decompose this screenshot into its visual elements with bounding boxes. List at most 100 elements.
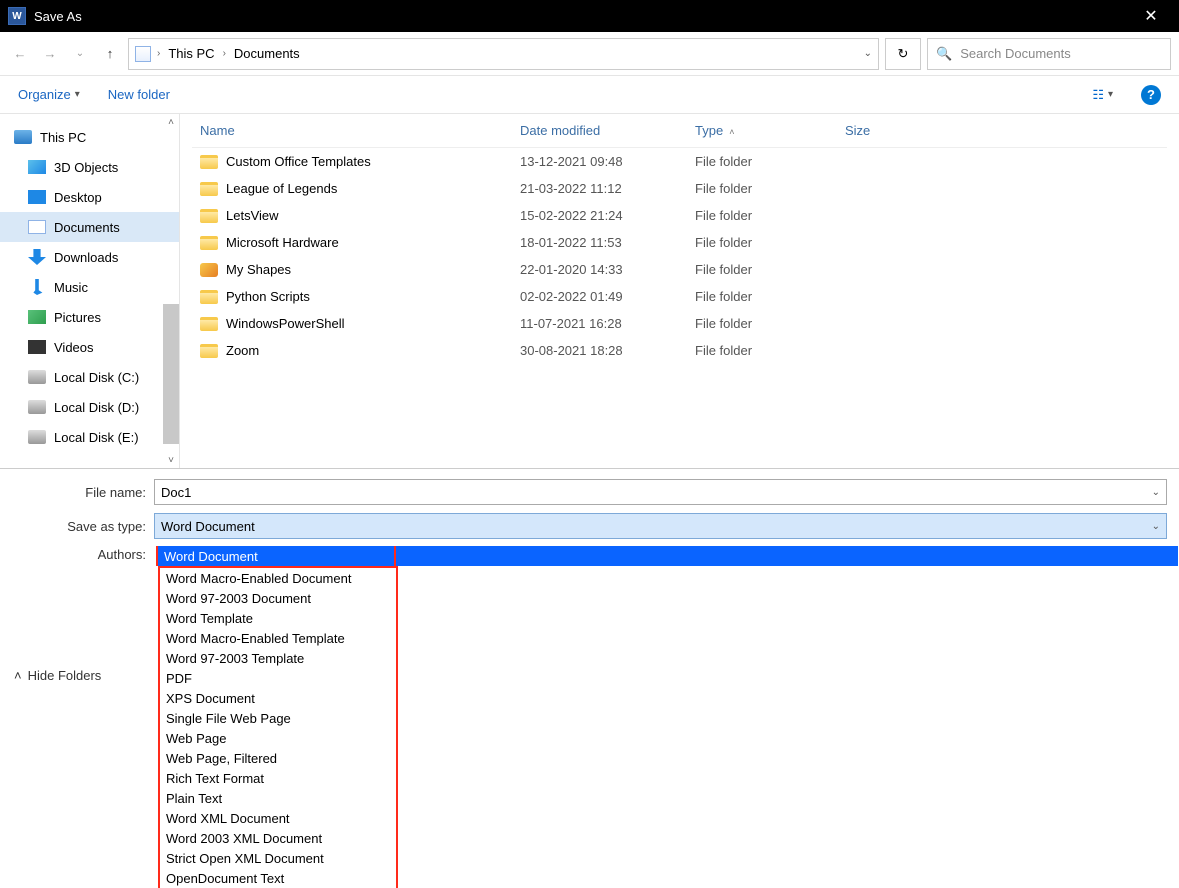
file-date: 18-01-2022 11:53: [512, 235, 687, 250]
file-type: File folder: [687, 316, 837, 331]
close-button[interactable]: ✕: [1131, 6, 1171, 26]
chevron-down-icon: ▾: [1108, 89, 1113, 100]
tree-item[interactable]: Music: [0, 272, 179, 302]
chevron-down-icon[interactable]: ⌄: [1152, 521, 1160, 532]
tree-item-label: Local Disk (D:): [54, 400, 139, 415]
docs-icon: [28, 220, 46, 234]
col-date[interactable]: Date modified: [512, 123, 687, 138]
scroll-up-icon[interactable]: ˄: [163, 114, 179, 130]
save-type-dropdown[interactable]: Word DocumentWord Macro-Enabled Document…: [158, 546, 1178, 888]
forward-button[interactable]: →: [38, 42, 62, 66]
tree-item-label: This PC: [40, 130, 86, 145]
folder-icon: [200, 155, 218, 169]
address-bar[interactable]: › This PC › Documents ⌄: [128, 38, 879, 70]
scroll-thumb[interactable]: [163, 304, 179, 444]
refresh-button[interactable]: ↻: [885, 38, 921, 70]
back-button[interactable]: ←: [8, 42, 32, 66]
toolbar: Organize ▾ New folder ☷ ▾ ?: [0, 76, 1179, 114]
file-date: 30-08-2021 18:28: [512, 343, 687, 358]
type-option[interactable]: Word 2003 XML Document: [160, 828, 396, 848]
col-name[interactable]: Name: [192, 123, 512, 138]
view-button[interactable]: ☷ ▾: [1092, 87, 1113, 103]
folder-icon: [200, 236, 218, 250]
tree-item-label: Videos: [54, 340, 94, 355]
tree-item[interactable]: Downloads: [0, 242, 179, 272]
authors-label: Authors:: [12, 547, 154, 562]
tree-item[interactable]: Pictures: [0, 302, 179, 332]
type-option[interactable]: Word 97-2003 Template: [160, 648, 396, 668]
tree-item[interactable]: 3D Objects: [0, 152, 179, 182]
pics-icon: [28, 310, 46, 324]
new-folder-button[interactable]: New folder: [108, 87, 170, 102]
chevron-right-icon: ›: [223, 48, 226, 59]
type-option[interactable]: PDF: [160, 668, 396, 688]
type-option[interactable]: OpenDocument Text: [160, 868, 396, 888]
tree-item[interactable]: Local Disk (D:): [0, 392, 179, 422]
cube-icon: [28, 160, 46, 174]
file-row[interactable]: Python Scripts02-02-2022 01:49File folde…: [192, 283, 1167, 310]
file-name: Custom Office Templates: [226, 154, 371, 169]
file-name: Python Scripts: [226, 289, 310, 304]
type-option[interactable]: Word Macro-Enabled Template: [160, 628, 396, 648]
file-row[interactable]: WindowsPowerShell11-07-2021 16:28File fo…: [192, 310, 1167, 337]
type-option[interactable]: Rich Text Format: [160, 768, 396, 788]
disk-icon: [28, 400, 46, 414]
save-type-select[interactable]: Word Document ⌄: [154, 513, 1167, 539]
type-option[interactable]: XPS Document: [160, 688, 396, 708]
file-name: My Shapes: [226, 262, 291, 277]
tree-item[interactable]: Desktop: [0, 182, 179, 212]
type-option[interactable]: Single File Web Page: [160, 708, 396, 728]
tree-item[interactable]: Local Disk (C:): [0, 362, 179, 392]
tree-item-label: Local Disk (E:): [54, 430, 139, 445]
type-option[interactable]: Strict Open XML Document: [160, 848, 396, 868]
chevron-down-icon[interactable]: ⌄: [1152, 487, 1160, 498]
tree-scrollbar[interactable]: ˄ ˅: [163, 114, 179, 468]
file-row[interactable]: LetsView15-02-2022 21:24File folder: [192, 202, 1167, 229]
tree-item[interactable]: This PC: [0, 122, 179, 152]
col-type[interactable]: Type˄: [687, 123, 837, 138]
folder-icon: [200, 317, 218, 331]
file-date: 22-01-2020 14:33: [512, 262, 687, 277]
type-option[interactable]: Web Page: [160, 728, 396, 748]
filename-input[interactable]: Doc1 ⌄: [154, 479, 1167, 505]
breadcrumb-child[interactable]: Documents: [232, 46, 302, 61]
type-option[interactable]: Web Page, Filtered: [160, 748, 396, 768]
organize-button[interactable]: Organize ▾: [18, 87, 80, 102]
type-option[interactable]: Word Document: [158, 546, 1178, 566]
file-list[interactable]: Name Date modified Type˄ Size Custom Off…: [180, 114, 1179, 468]
file-name: Zoom: [226, 343, 259, 358]
file-row[interactable]: Custom Office Templates13-12-2021 09:48F…: [192, 148, 1167, 175]
search-box[interactable]: 🔍 Search Documents: [927, 38, 1171, 70]
col-size[interactable]: Size: [837, 123, 927, 138]
search-placeholder: Search Documents: [960, 46, 1071, 61]
scroll-down-icon[interactable]: ˅: [163, 452, 179, 468]
tree-item-label: 3D Objects: [54, 160, 118, 175]
tree-item[interactable]: Videos: [0, 332, 179, 362]
recent-locations-button[interactable]: ⌄: [68, 42, 92, 66]
type-option[interactable]: Word Macro-Enabled Document: [160, 568, 396, 588]
hide-folders-button[interactable]: ˄ Hide Folders: [14, 668, 101, 683]
type-option[interactable]: Word 97-2003 Document: [160, 588, 396, 608]
nav-tree[interactable]: This PC 3D Objects Desktop DocumentsDownloa…: [0, 114, 180, 468]
type-option[interactable]: Plain Text: [160, 788, 396, 808]
file-row[interactable]: My Shapes 22-01-2020 14:33File folder: [192, 256, 1167, 283]
file-type: File folder: [687, 181, 837, 196]
type-option[interactable]: Word XML Document: [160, 808, 396, 828]
folder-icon: [200, 209, 218, 223]
tree-item-label: Desktop: [54, 190, 102, 205]
up-button[interactable]: ↑: [98, 42, 122, 66]
tree-item[interactable]: Documents: [0, 212, 179, 242]
file-row[interactable]: Microsoft Hardware18-01-2022 11:53File f…: [192, 229, 1167, 256]
type-option[interactable]: Word Template: [160, 608, 396, 628]
file-type: File folder: [687, 262, 837, 277]
search-icon: 🔍: [936, 46, 952, 62]
address-dropdown-icon[interactable]: ⌄: [864, 48, 872, 59]
file-row[interactable]: League of Legends21-03-2022 11:12File fo…: [192, 175, 1167, 202]
breadcrumb-root[interactable]: This PC: [166, 46, 216, 61]
file-name: Microsoft Hardware: [226, 235, 339, 250]
file-date: 02-02-2022 01:49: [512, 289, 687, 304]
tree-item[interactable]: Local Disk (E:): [0, 422, 179, 452]
file-row[interactable]: Zoom30-08-2021 18:28File folder: [192, 337, 1167, 364]
titlebar: W Save As ✕: [0, 0, 1179, 32]
help-button[interactable]: ?: [1141, 85, 1161, 105]
